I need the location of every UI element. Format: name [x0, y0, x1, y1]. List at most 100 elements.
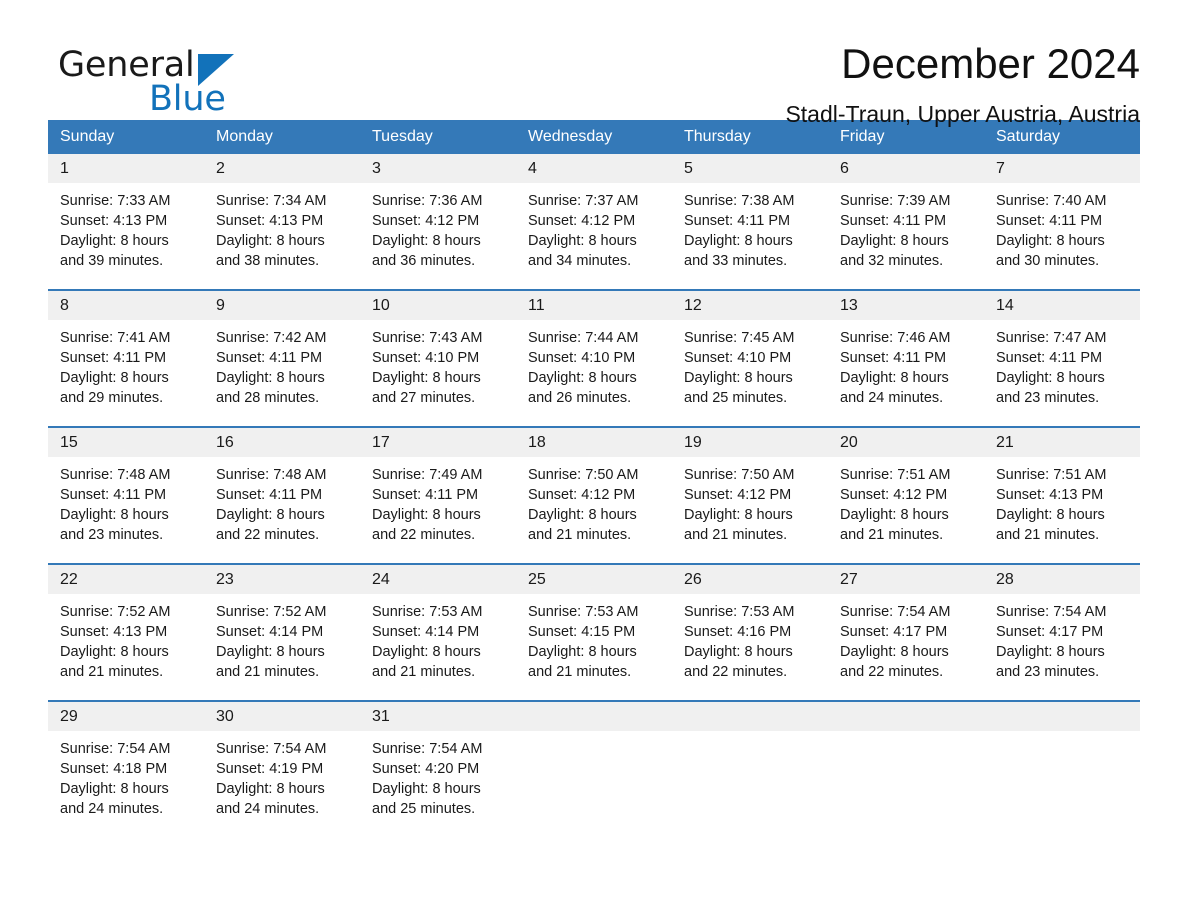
day-sun-info: Sunrise: 7:53 AM Sunset: 4:14 PM Dayligh… — [372, 604, 483, 680]
day-number: 19 — [684, 433, 702, 451]
day-cell[interactable]: 29 Sunrise: 7:54 AM Sunset: 4:18 PM Dayl… — [48, 702, 204, 837]
day-cell[interactable]: 22 Sunrise: 7:52 AM Sunset: 4:13 PM Dayl… — [48, 565, 204, 700]
day-number: 28 — [996, 570, 1014, 588]
week-row: 15 Sunrise: 7:48 AM Sunset: 4:11 PM Dayl… — [48, 426, 1140, 563]
day-cell-empty — [984, 702, 1140, 837]
day-number-band: 29 — [48, 702, 204, 731]
day-number-band: 8 — [48, 291, 204, 320]
calendar-grid: Sunday Monday Tuesday Wednesday Thursday… — [48, 120, 1140, 837]
day-number-band: 23 — [204, 565, 360, 594]
day-cell[interactable]: 9 Sunrise: 7:42 AM Sunset: 4:11 PM Dayli… — [204, 291, 360, 426]
day-number: 16 — [216, 433, 234, 451]
day-cell[interactable]: 16 Sunrise: 7:48 AM Sunset: 4:11 PM Dayl… — [204, 428, 360, 563]
day-number: 11 — [528, 296, 545, 314]
day-sun-info: Sunrise: 7:45 AM Sunset: 4:10 PM Dayligh… — [684, 330, 795, 406]
day-cell[interactable]: 21 Sunrise: 7:51 AM Sunset: 4:13 PM Dayl… — [984, 428, 1140, 563]
day-sun-info: Sunrise: 7:38 AM Sunset: 4:11 PM Dayligh… — [684, 193, 795, 269]
day-number-band: 15 — [48, 428, 204, 457]
day-number: 3 — [372, 159, 381, 177]
page-header: General Blue December 2024 Stadl-Traun, … — [48, 0, 1140, 126]
day-sun-info: Sunrise: 7:33 AM Sunset: 4:13 PM Dayligh… — [60, 193, 171, 269]
day-number: 30 — [216, 707, 234, 725]
day-number-band: 18 — [516, 428, 672, 457]
day-number-band: 6 — [828, 154, 984, 183]
day-cell[interactable]: 5 Sunrise: 7:38 AM Sunset: 4:11 PM Dayli… — [672, 154, 828, 289]
day-cell[interactable]: 12 Sunrise: 7:45 AM Sunset: 4:10 PM Dayl… — [672, 291, 828, 426]
generalblue-logo[interactable]: General Blue — [48, 42, 248, 118]
page-title: December 2024 — [841, 40, 1140, 87]
day-cell[interactable]: 15 Sunrise: 7:48 AM Sunset: 4:11 PM Dayl… — [48, 428, 204, 563]
day-sun-info: Sunrise: 7:48 AM Sunset: 4:11 PM Dayligh… — [60, 467, 171, 543]
day-cell[interactable]: 6 Sunrise: 7:39 AM Sunset: 4:11 PM Dayli… — [828, 154, 984, 289]
day-cell[interactable]: 28 Sunrise: 7:54 AM Sunset: 4:17 PM Dayl… — [984, 565, 1140, 700]
day-cell[interactable]: 25 Sunrise: 7:53 AM Sunset: 4:15 PM Dayl… — [516, 565, 672, 700]
day-cell[interactable]: 2 Sunrise: 7:34 AM Sunset: 4:13 PM Dayli… — [204, 154, 360, 289]
week-row: 1 Sunrise: 7:33 AM Sunset: 4:13 PM Dayli… — [48, 154, 1140, 289]
day-number: 17 — [372, 433, 390, 451]
day-cell[interactable]: 3 Sunrise: 7:36 AM Sunset: 4:12 PM Dayli… — [360, 154, 516, 289]
day-cell-empty — [828, 702, 984, 837]
day-sun-info: Sunrise: 7:54 AM Sunset: 4:19 PM Dayligh… — [216, 741, 327, 817]
weekday-header-wednesday: Wednesday — [528, 128, 613, 145]
day-cell[interactable]: 4 Sunrise: 7:37 AM Sunset: 4:12 PM Dayli… — [516, 154, 672, 289]
day-cell[interactable]: 14 Sunrise: 7:47 AM Sunset: 4:11 PM Dayl… — [984, 291, 1140, 426]
day-number: 6 — [840, 159, 849, 177]
day-number: 22 — [60, 570, 78, 588]
day-number-band — [984, 702, 1140, 731]
day-cell[interactable]: 1 Sunrise: 7:33 AM Sunset: 4:13 PM Dayli… — [48, 154, 204, 289]
day-number: 18 — [528, 433, 546, 451]
day-sun-info: Sunrise: 7:54 AM Sunset: 4:17 PM Dayligh… — [996, 604, 1107, 680]
day-number: 15 — [60, 433, 78, 451]
day-cell[interactable]: 20 Sunrise: 7:51 AM Sunset: 4:12 PM Dayl… — [828, 428, 984, 563]
day-cell[interactable]: 31 Sunrise: 7:54 AM Sunset: 4:20 PM Dayl… — [360, 702, 516, 837]
day-cell[interactable]: 23 Sunrise: 7:52 AM Sunset: 4:14 PM Dayl… — [204, 565, 360, 700]
day-number-band: 13 — [828, 291, 984, 320]
day-cell[interactable]: 11 Sunrise: 7:44 AM Sunset: 4:10 PM Dayl… — [516, 291, 672, 426]
weekday-header-monday: Monday — [216, 128, 273, 145]
day-sun-info — [828, 731, 984, 739]
day-cell[interactable]: 30 Sunrise: 7:54 AM Sunset: 4:19 PM Dayl… — [204, 702, 360, 837]
day-sun-info: Sunrise: 7:47 AM Sunset: 4:11 PM Dayligh… — [996, 330, 1107, 406]
day-number: 9 — [216, 296, 225, 314]
day-number-band: 17 — [360, 428, 516, 457]
day-number-band: 11 — [516, 291, 672, 320]
day-cell[interactable]: 17 Sunrise: 7:49 AM Sunset: 4:11 PM Dayl… — [360, 428, 516, 563]
week-row: 29 Sunrise: 7:54 AM Sunset: 4:18 PM Dayl… — [48, 700, 1140, 837]
day-number: 23 — [216, 570, 234, 588]
day-number: 21 — [996, 433, 1014, 451]
weekday-header-friday: Friday — [840, 128, 885, 145]
day-sun-info: Sunrise: 7:54 AM Sunset: 4:18 PM Dayligh… — [60, 741, 171, 817]
day-number-band: 25 — [516, 565, 672, 594]
day-cell[interactable]: 13 Sunrise: 7:46 AM Sunset: 4:11 PM Dayl… — [828, 291, 984, 426]
day-number-band: 12 — [672, 291, 828, 320]
day-number: 26 — [684, 570, 702, 588]
day-number-band: 4 — [516, 154, 672, 183]
day-number-band: 21 — [984, 428, 1140, 457]
day-number-band: 5 — [672, 154, 828, 183]
day-sun-info: Sunrise: 7:53 AM Sunset: 4:15 PM Dayligh… — [528, 604, 639, 680]
day-number: 5 — [684, 159, 693, 177]
day-number-band: 1 — [48, 154, 204, 183]
weekday-header-tuesday: Tuesday — [372, 128, 433, 145]
day-cell[interactable]: 10 Sunrise: 7:43 AM Sunset: 4:10 PM Dayl… — [360, 291, 516, 426]
day-sun-info: Sunrise: 7:50 AM Sunset: 4:12 PM Dayligh… — [528, 467, 639, 543]
day-number-band: 31 — [360, 702, 516, 731]
day-sun-info — [984, 731, 1140, 739]
day-cell[interactable]: 26 Sunrise: 7:53 AM Sunset: 4:16 PM Dayl… — [672, 565, 828, 700]
weekday-header-saturday: Saturday — [996, 128, 1061, 145]
day-cell[interactable]: 19 Sunrise: 7:50 AM Sunset: 4:12 PM Dayl… — [672, 428, 828, 563]
day-sun-info: Sunrise: 7:34 AM Sunset: 4:13 PM Dayligh… — [216, 193, 327, 269]
day-sun-info: Sunrise: 7:43 AM Sunset: 4:10 PM Dayligh… — [372, 330, 483, 406]
day-cell[interactable]: 7 Sunrise: 7:40 AM Sunset: 4:11 PM Dayli… — [984, 154, 1140, 289]
day-number-band: 22 — [48, 565, 204, 594]
day-number: 10 — [372, 296, 390, 314]
day-number-band: 9 — [204, 291, 360, 320]
day-cell[interactable]: 24 Sunrise: 7:53 AM Sunset: 4:14 PM Dayl… — [360, 565, 516, 700]
day-cell[interactable]: 18 Sunrise: 7:50 AM Sunset: 4:12 PM Dayl… — [516, 428, 672, 563]
day-sun-info: Sunrise: 7:41 AM Sunset: 4:11 PM Dayligh… — [60, 330, 171, 406]
day-cell[interactable]: 27 Sunrise: 7:54 AM Sunset: 4:17 PM Dayl… — [828, 565, 984, 700]
day-sun-info: Sunrise: 7:42 AM Sunset: 4:11 PM Dayligh… — [216, 330, 327, 406]
day-sun-info: Sunrise: 7:36 AM Sunset: 4:12 PM Dayligh… — [372, 193, 483, 269]
day-cell[interactable]: 8 Sunrise: 7:41 AM Sunset: 4:11 PM Dayli… — [48, 291, 204, 426]
day-number: 4 — [528, 159, 537, 177]
